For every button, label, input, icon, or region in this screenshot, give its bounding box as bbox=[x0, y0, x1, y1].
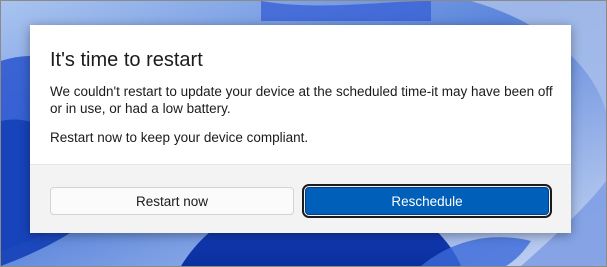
restart-dialog: It's time to restart We couldn't restart… bbox=[30, 25, 571, 233]
dialog-content: It's time to restart We couldn't restart… bbox=[30, 25, 571, 164]
screen: It's time to restart We couldn't restart… bbox=[0, 0, 607, 267]
dialog-message: We couldn't restart to update your devic… bbox=[50, 84, 553, 116]
reschedule-button[interactable]: Reschedule bbox=[302, 184, 552, 218]
dialog-title: It's time to restart bbox=[50, 49, 203, 71]
dialog-message-secondary: Restart now to keep your device complian… bbox=[50, 130, 309, 145]
restart-now-button[interactable]: Restart now bbox=[50, 187, 294, 215]
dialog-footer: Restart now Reschedule bbox=[30, 164, 571, 233]
